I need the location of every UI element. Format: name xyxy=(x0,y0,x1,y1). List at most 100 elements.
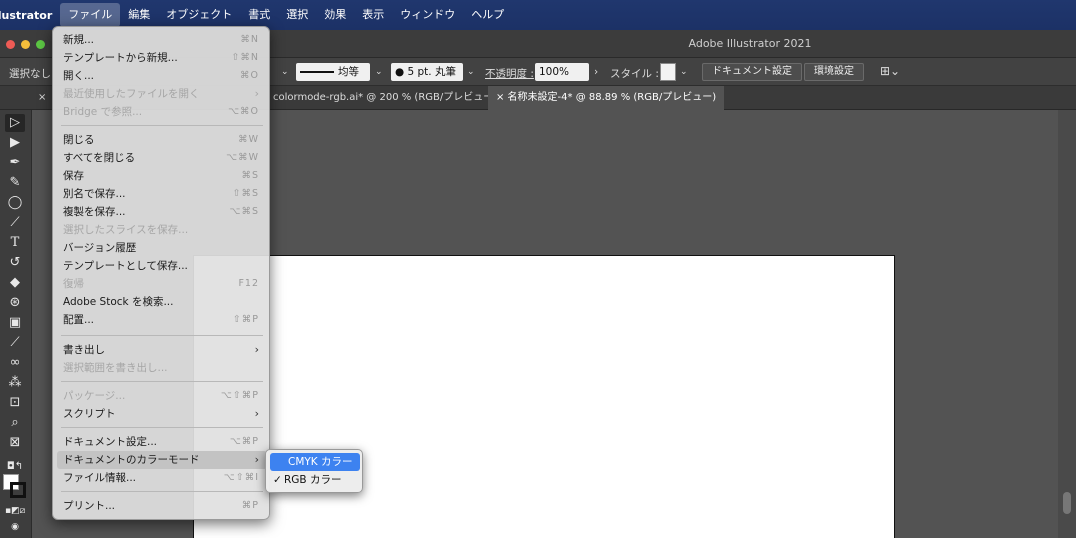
menu-item-label: 選択したスライスを保存... xyxy=(63,224,189,236)
file-menu-item: Bridge で参照... ⌥⌘O xyxy=(57,103,267,121)
zoom-tool-icon[interactable]: ⌕ xyxy=(5,414,25,432)
blend-tool-icon[interactable]: ∞ xyxy=(5,354,25,372)
minimize-window-icon[interactable] xyxy=(21,40,30,49)
file-menu-item[interactable]: 保存 ⌘S xyxy=(57,167,267,185)
file-menu-item[interactable]: Adobe Stock を検索... xyxy=(57,293,267,311)
chevron-down-icon[interactable]: ⌄ xyxy=(680,67,688,77)
menu-item-label: プリント... xyxy=(63,500,116,512)
menu-type[interactable]: 書式 xyxy=(240,3,278,27)
menu-separator xyxy=(61,335,263,336)
app-menu[interactable]: llustrator xyxy=(0,9,60,22)
file-menu-item[interactable]: プリント... ⌘P xyxy=(57,497,267,515)
artboard-tool-icon[interactable]: ⊡ xyxy=(5,394,25,412)
menu-item-label: 書き出し xyxy=(63,344,105,356)
file-menu-item[interactable]: 配置... ⇧⌘P xyxy=(57,311,267,329)
shape-builder-tool-icon[interactable]: ⊛ xyxy=(5,294,25,312)
menu-item-shortcut: ⇧⌘P xyxy=(232,314,259,325)
paintbrush-tool-icon[interactable]: ⟋ xyxy=(5,214,25,232)
curvature-tool-icon[interactable]: ✎ xyxy=(5,174,25,192)
chevron-right-icon: › xyxy=(254,343,259,356)
opacity-label[interactable]: 不透明度 : xyxy=(485,66,534,84)
file-menu-item: 復帰 F12 xyxy=(57,275,267,293)
scrollbar-thumb[interactable] xyxy=(1063,492,1071,514)
file-menu: 新規... ⌘N テンプレートから新規... ⇧⌘N 開く... ⌘O 最近使用したファイル… xyxy=(52,26,270,520)
stroke-line-icon xyxy=(300,71,334,73)
pen-tool-icon[interactable]: ✒ xyxy=(5,154,25,172)
eraser-tool-icon[interactable]: ◆ xyxy=(5,274,25,292)
file-menu-item[interactable]: 別名で保存... ⇧⌘S xyxy=(57,185,267,203)
arrange-documents-icon[interactable]: ⊞⌄ xyxy=(880,64,900,82)
stroke-swatch[interactable] xyxy=(10,482,26,498)
file-menu-item[interactable]: スクリプト › xyxy=(57,405,267,423)
eyedropper-tool-icon[interactable]: ⟋ xyxy=(5,334,25,352)
document-settings-button[interactable]: ドキュメント設定 xyxy=(702,63,802,81)
close-icon[interactable]: × xyxy=(30,86,54,110)
menu-view[interactable]: 表示 xyxy=(354,3,392,27)
vertical-scrollbar[interactable] xyxy=(1058,110,1076,538)
file-menu-item[interactable]: 閉じる ⌘W xyxy=(57,131,267,149)
selection-status: 選択なし xyxy=(9,68,51,80)
menu-item-shortcut: ⌘O xyxy=(240,70,259,81)
drawing-mode-icon[interactable]: ◉ xyxy=(5,518,25,536)
menu-help[interactable]: ヘルプ xyxy=(463,3,512,27)
color-mode-item[interactable]: ✓ RGB カラー xyxy=(270,471,360,489)
chevron-down-icon[interactable]: ⌄ xyxy=(375,67,383,77)
preferences-button[interactable]: 環境設定 xyxy=(804,63,864,81)
file-menu-item[interactable]: ファイル情報... ⌥⇧⌘I xyxy=(57,469,267,487)
file-menu-item[interactable]: バージョン履歴 xyxy=(57,239,267,257)
color-mode-item[interactable]: CMYK カラー xyxy=(270,453,360,471)
ellipse-tool-icon[interactable]: ◯ xyxy=(5,194,25,212)
opacity-field[interactable]: 100% xyxy=(535,63,589,81)
selection-tool-icon[interactable]: ▷ xyxy=(5,114,25,132)
chevron-right-icon: › xyxy=(254,87,259,100)
file-menu-item[interactable]: 開く... ⌘O xyxy=(57,67,267,85)
style-swatch[interactable] xyxy=(660,63,676,81)
chevron-down-icon[interactable]: ⌄ xyxy=(467,67,475,77)
menu-object[interactable]: オブジェクト xyxy=(158,3,240,27)
brush-select[interactable]: ● 5 pt. 丸筆 xyxy=(391,63,463,81)
zoom-window-icon[interactable] xyxy=(36,40,45,49)
color-mode-submenu: CMYK カラー ✓ RGB カラー xyxy=(265,449,363,493)
file-menu-item[interactable]: 複製を保存... ⌥⌘S xyxy=(57,203,267,221)
tab-untitled-4[interactable]: × 名称未設定-4* @ 88.89 % (RGB/プレビュー) xyxy=(488,86,725,110)
file-menu-item[interactable]: ドキュメント設定... ⌥⌘P xyxy=(57,433,267,451)
symbol-sprayer-tool-icon[interactable]: ⁂ xyxy=(5,374,25,392)
menu-item-shortcut: ⌥⇧⌘I xyxy=(223,472,259,483)
menu-separator xyxy=(61,381,263,382)
gradient-tool-icon[interactable]: ▣ xyxy=(5,314,25,332)
menu-item-shortcut: ⌘S xyxy=(241,170,259,181)
menu-effect[interactable]: 効果 xyxy=(316,3,354,27)
style-label: スタイル : xyxy=(610,68,659,80)
brush-dot-icon: ● xyxy=(395,66,408,78)
menu-item-label: Bridge で参照... xyxy=(63,106,143,118)
stroke-profile-value: 均等 xyxy=(338,66,359,78)
file-menu-item[interactable]: 書き出し › xyxy=(57,341,267,359)
checkmark-icon: ✓ xyxy=(273,474,282,486)
type-tool-icon[interactable]: T xyxy=(5,234,25,252)
free-transform-tool-icon[interactable]: ⊠ xyxy=(5,434,25,452)
menu-item-label: 新規... xyxy=(63,34,95,46)
file-menu-item[interactable]: テンプレートとして保存... xyxy=(57,257,267,275)
menu-select[interactable]: 選択 xyxy=(278,3,316,27)
menu-file[interactable]: ファイル xyxy=(60,3,121,27)
file-menu-item[interactable]: テンプレートから新規... ⇧⌘N xyxy=(57,49,267,67)
file-menu-item[interactable]: すべてを閉じる ⌥⌘W xyxy=(57,149,267,167)
file-menu-item[interactable]: ドキュメントのカラーモード › xyxy=(57,451,267,469)
rotate-tool-icon[interactable]: ↺ xyxy=(5,254,25,272)
brush-value: 5 pt. 丸筆 xyxy=(407,66,456,78)
file-menu-item[interactable]: 新規... ⌘N xyxy=(57,31,267,49)
menu-edit[interactable]: 編集 xyxy=(120,3,158,27)
menu-item-label: ドキュメント設定... xyxy=(63,436,158,448)
chevron-down-icon[interactable]: ⌄ xyxy=(281,67,289,77)
direct-selection-tool-icon[interactable]: ▶ xyxy=(5,134,25,152)
chevron-right-icon[interactable]: › xyxy=(594,66,598,84)
menu-item-label: ドキュメントのカラーモード xyxy=(63,454,200,466)
menu-item-shortcut: ⌥⇧⌘P xyxy=(220,390,259,401)
tab-colormode-rgb[interactable]: colormode-rgb.ai* @ 200 % (RGB/プレビュー) xyxy=(265,86,505,110)
menu-item-shortcut: ⌘P xyxy=(241,500,259,511)
menu-window[interactable]: ウィンドウ xyxy=(392,3,463,27)
file-menu-item: 最近使用したファイルを開く › xyxy=(57,85,267,103)
artboard[interactable] xyxy=(193,255,895,538)
close-window-icon[interactable] xyxy=(6,40,15,49)
stroke-profile-select[interactable]: 均等 xyxy=(296,63,370,81)
